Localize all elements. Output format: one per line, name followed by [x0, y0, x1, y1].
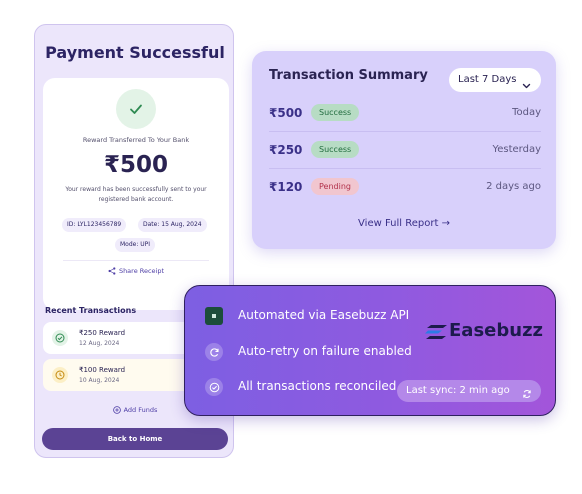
table-row[interactable]: ₹500 Success Today	[269, 95, 541, 132]
status-badge: Success	[311, 141, 360, 158]
transaction-summary-card: Transaction Summary Last 7 Days ₹500 Suc…	[252, 51, 556, 249]
plus-circle-icon	[112, 406, 121, 416]
last-sync-badge[interactable]: Last sync: 2 min ago	[397, 380, 541, 402]
receipt-amount: ₹500	[103, 152, 168, 178]
api-icon	[205, 307, 223, 325]
easebuzz-logo-mark	[425, 325, 447, 339]
automation-card: Automated via Easebuzz API Auto-retry on…	[184, 285, 556, 416]
table-row[interactable]: ₹120 Pending 2 days ago	[269, 169, 541, 206]
recent-transactions-heading: Recent Transactions	[45, 306, 137, 315]
share-icon	[108, 267, 116, 277]
feature-text: Automated via Easebuzz API	[238, 308, 410, 322]
list-item-date: 10 Aug, 2024	[79, 377, 120, 384]
refresh-icon	[522, 386, 532, 408]
divider	[63, 260, 209, 261]
check-icon	[116, 89, 156, 129]
receipt-label: Reward Transferred To Your Bank	[82, 136, 190, 144]
check-circle-icon	[52, 330, 68, 346]
last-sync-label: Last sync: 2 min ago	[406, 385, 510, 396]
receipt-card: Reward Transferred To Your Bank ₹500 You…	[43, 78, 229, 310]
transaction-id-chip: ID: LYL123456789	[62, 218, 127, 232]
list-item-title: ₹250 Reward	[79, 329, 126, 337]
row-date: Today	[512, 107, 541, 118]
date-range-value: Last 7 Days	[458, 74, 517, 85]
easebuzz-logo: Easebuzz	[425, 320, 545, 342]
date-range-select[interactable]: Last 7 Days	[449, 68, 541, 92]
row-amount: ₹250	[269, 143, 303, 157]
share-receipt-button[interactable]: Share Receipt	[43, 267, 229, 277]
check-circle-icon	[205, 378, 223, 396]
row-date: Yesterday	[492, 144, 541, 155]
status-badge: Success	[311, 104, 360, 121]
feature-text: All transactions reconciled	[238, 379, 397, 393]
back-to-home-button[interactable]: Back to Home	[42, 428, 228, 450]
add-funds-label: Add Funds	[123, 406, 158, 414]
receipt-message: Your reward has been successfully sent t…	[65, 186, 207, 203]
transaction-date-chip: Date: 15 Aug, 2024	[138, 218, 207, 232]
brand-name: Easebuzz	[449, 320, 544, 341]
row-amount: ₹500	[269, 106, 303, 120]
row-date: 2 days ago	[486, 181, 541, 192]
summary-title: Transaction Summary	[269, 68, 428, 83]
list-item-date: 12 Aug, 2024	[79, 340, 120, 347]
feature-text: Auto-retry on failure enabled	[238, 344, 412, 358]
clock-icon	[52, 367, 68, 383]
table-row[interactable]: ₹250 Success Yesterday	[269, 132, 541, 169]
page-title: Payment Successful	[45, 43, 225, 62]
view-full-report-link[interactable]: View Full Report →	[252, 218, 556, 229]
share-receipt-label: Share Receipt	[118, 267, 165, 275]
payment-mode-chip: Mode: UPI	[115, 238, 156, 252]
row-amount: ₹120	[269, 180, 303, 194]
status-badge: Pending	[311, 178, 359, 195]
list-item-title: ₹100 Reward	[79, 366, 126, 374]
retry-icon	[205, 343, 223, 361]
